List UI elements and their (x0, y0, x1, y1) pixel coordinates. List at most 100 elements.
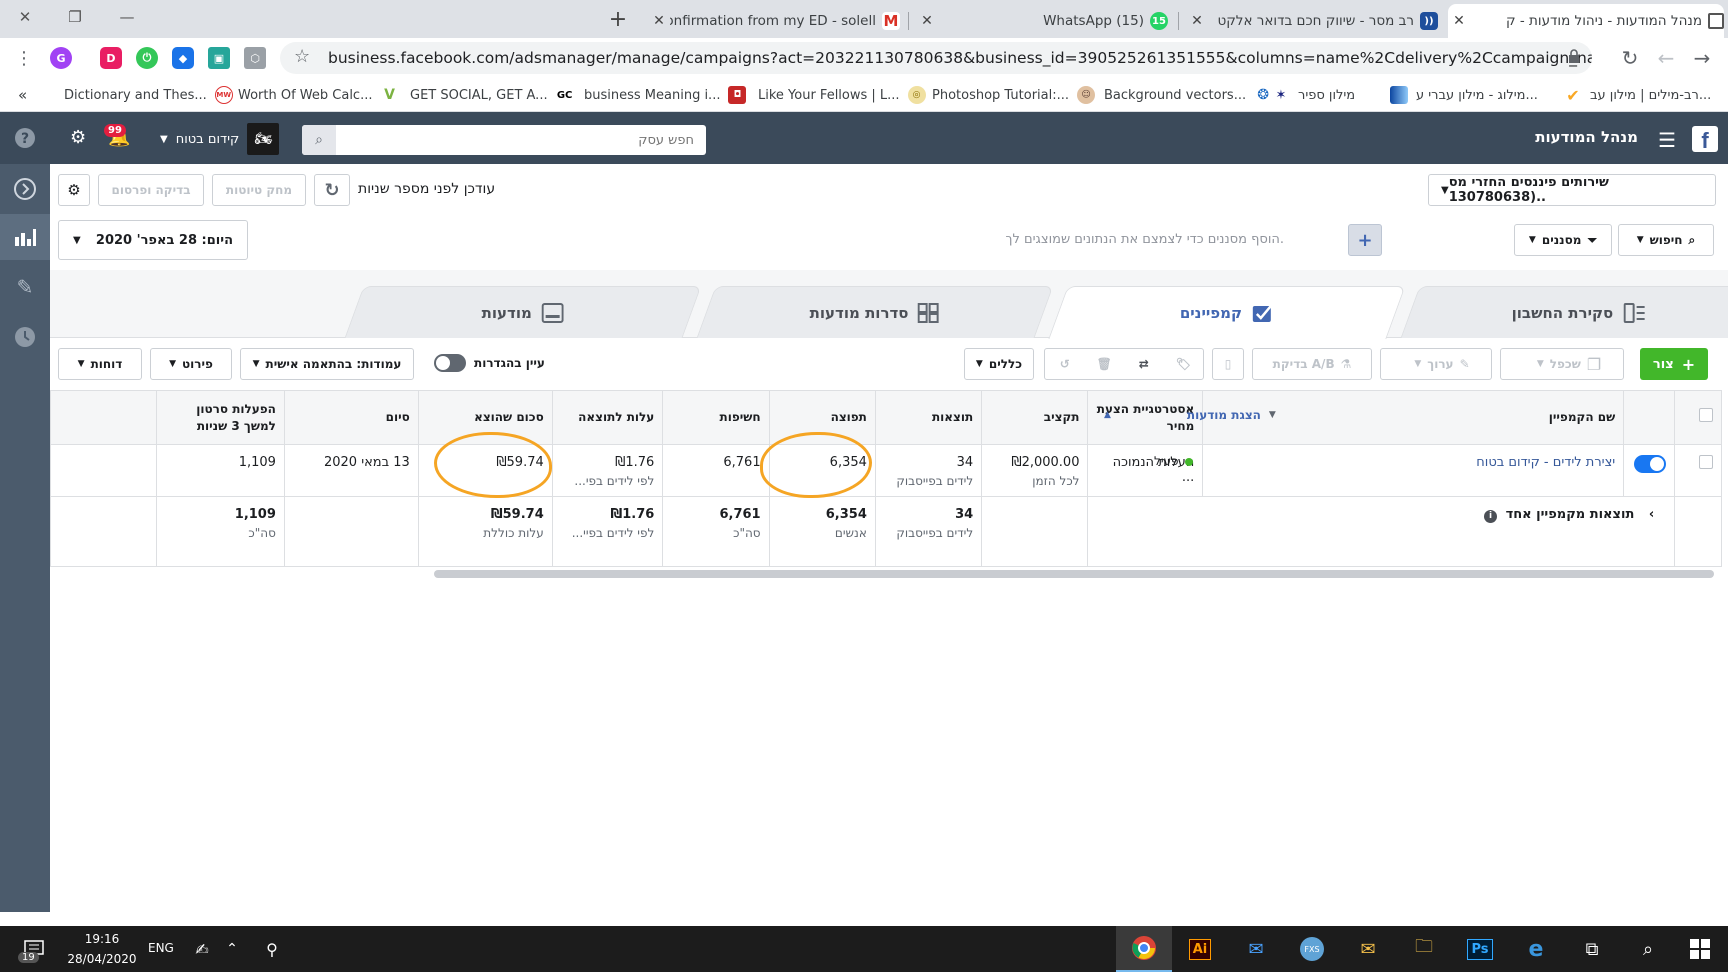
clock-date[interactable]: 28/04/2020 (60, 952, 144, 966)
column-header-amount-spent[interactable]: סכום שהוצא (417, 390, 553, 445)
business-search-input[interactable] (338, 125, 700, 155)
hamburger-menu-icon[interactable]: ☰ (1658, 128, 1676, 152)
file-explorer-icon[interactable]: 🗀 (1396, 926, 1452, 972)
revert-icon[interactable]: ↺ (1045, 357, 1085, 371)
trash-icon[interactable]: 🗑 (1085, 357, 1125, 371)
column-header-ends[interactable]: סיום (283, 390, 419, 445)
column-header-reach[interactable]: תפוצה (768, 390, 876, 445)
history-clock-icon[interactable] (0, 314, 50, 360)
row-checkbox[interactable] (1699, 455, 1713, 469)
bookmarks-overflow-icon[interactable]: « (18, 86, 27, 104)
search-filter-button[interactable]: ▼ חיפוש ⌕ (1618, 224, 1714, 256)
horizontal-scrollbar[interactable] (434, 570, 1714, 578)
mail-icon[interactable]: ✉ (1228, 926, 1284, 972)
tab-close-icon[interactable]: ✕ (916, 13, 938, 29)
tab-close-icon[interactable]: ✕ (1186, 13, 1208, 29)
column-header-video-plays[interactable]: הפעלות סרטון למשך 3 שניות (156, 390, 285, 445)
tab-ad-sets[interactable]: סדרות מודעות (696, 286, 1054, 338)
column-header-cost-per-result[interactable]: עלות לתוצאה (551, 390, 664, 445)
edit-pencil-icon[interactable]: ✎ (0, 264, 50, 310)
bookmark-star-icon[interactable]: ☆ (294, 46, 310, 67)
ab-compare-icon[interactable]: ⇄ (1124, 357, 1164, 371)
photoshop-icon[interactable]: Ps (1452, 926, 1508, 972)
refresh-button[interactable]: ↻ (314, 174, 350, 206)
extension-teal-icon[interactable]: ▣ (208, 47, 230, 69)
bookmark-item[interactable]: Like Your Fellows | L... ◎ (758, 86, 926, 104)
duplicate-button[interactable]: ▼ שכפל ❐ (1500, 348, 1624, 380)
campaign-name-link[interactable]: יצירת לידים - קידום בטוח (1476, 455, 1615, 470)
settings-gear-icon[interactable]: ⚙ (70, 127, 86, 148)
window-minimize-icon[interactable]: — (104, 0, 150, 34)
forward-icon[interactable]: ← (1652, 46, 1680, 70)
bookmark-item[interactable]: מילוג - מילון עברי ע... (1390, 86, 1538, 104)
table-row[interactable]: יצירת לידים - קידום בטוח פעיל העלות הנמו… (49, 444, 1722, 497)
reports-chart-icon[interactable] (0, 214, 50, 260)
fxs-icon[interactable]: FXS (1284, 926, 1340, 972)
facebook-logo-icon[interactable]: f (1692, 126, 1718, 152)
expand-nav-icon[interactable] (0, 166, 50, 212)
tab-ravmaser[interactable]: ✕ רב מסר - שיווק חכם בדואר אלקט )) (1186, 4, 1438, 38)
menu-dots-icon[interactable]: ⋮ (10, 46, 38, 70)
edge-icon[interactable]: e (1508, 926, 1564, 972)
language-indicator[interactable]: ENG (148, 941, 174, 955)
chevron-right-icon[interactable]: › (1649, 507, 1654, 522)
view-settings-switch[interactable] (434, 354, 466, 372)
extension-d-icon[interactable]: D (100, 47, 122, 69)
clock-time[interactable]: 19:16 (60, 932, 144, 946)
outlook-icon[interactable]: ✉ (1340, 926, 1396, 972)
bookmark-item[interactable]: Background vectors... ❂ (1104, 86, 1273, 104)
bookmark-item[interactable]: ✶ מילון ספיר (1272, 86, 1355, 104)
review-publish-button[interactable]: בדיקה ופרסום (98, 174, 204, 206)
bookmark-item[interactable]: Worth Of Web Calc... V (238, 86, 399, 104)
illustrator-icon[interactable]: Ai (1172, 926, 1228, 972)
windows-start-icon[interactable] (1672, 926, 1728, 972)
help-icon[interactable]: ? (14, 127, 36, 154)
people-icon[interactable]: ⚲ (244, 926, 300, 972)
column-header-impressions[interactable]: חשיפות (662, 390, 770, 445)
chrome-icon[interactable] (1116, 926, 1172, 972)
breakdown-button[interactable]: ▼ פירוט (150, 348, 232, 380)
create-button[interactable]: צור + (1640, 348, 1708, 380)
extension-green-icon[interactable]: ⏻ (136, 47, 158, 69)
bookmark-item[interactable]: Photoshop Tutorial:... ☺ (932, 86, 1096, 104)
delivery-header[interactable]: ▲ הצגת מודעות ▼ (1104, 408, 1276, 422)
url-field[interactable]: ☆ business.facebook.com/adsmanager/manag… (280, 42, 1592, 74)
account-switcher[interactable]: ▼ קידום בטוח 🏍 (160, 123, 280, 155)
bookmark-item[interactable]: ✔ רב-מילים | מילון עב... (1564, 86, 1711, 105)
edit-button[interactable]: ▼ ערוך ✎ (1380, 348, 1492, 380)
window-close-icon[interactable]: ✕ (2, 0, 48, 34)
select-all-checkbox[interactable] (1699, 408, 1713, 423)
rules-button[interactable]: ▼ כללים (964, 348, 1034, 380)
date-range-picker[interactable]: ▼ היום: 28 באפר' 2020 (58, 220, 248, 260)
column-header-results[interactable]: תוצאות (874, 390, 983, 445)
filters-button[interactable]: ▼ מסננים ⏷ (1514, 224, 1612, 256)
window-restore-icon[interactable]: ❐ (52, 0, 98, 34)
action-center-icon[interactable] (6, 926, 62, 972)
tab-close-icon[interactable]: ✕ (1448, 13, 1470, 29)
tab-campaigns[interactable]: קמפיינים (1048, 286, 1406, 339)
new-tab-button[interactable]: + (604, 6, 632, 32)
discard-drafts-button[interactable]: מחק טיוטות (212, 174, 306, 206)
bookmark-item[interactable]: Dictionary and Thes... MW (64, 86, 233, 104)
tab-close-icon[interactable]: ✕ (648, 13, 670, 29)
tab-whatsapp[interactable]: ✕ (15) WhatsApp 15 (916, 4, 1168, 38)
extension-cube-icon[interactable]: ⬡ (244, 47, 266, 69)
columns-button[interactable]: ▼ עמודות: בהתאמה אישית (240, 348, 414, 380)
extension-blue-icon[interactable]: ◆ (172, 47, 194, 69)
reports-button[interactable]: ▼ דוחות (58, 348, 142, 380)
search-icon[interactable]: ⌕ (302, 125, 336, 155)
task-view-icon[interactable]: ⧉ (1564, 926, 1620, 972)
tab-account-overview[interactable]: סקירת החשבון (1400, 286, 1728, 338)
tab-ads-manager[interactable]: ✕ מנהל המודעות - ניהול מודעות - ק (1448, 4, 1724, 38)
view-settings-toggle[interactable]: עיין בהגדרות (434, 354, 545, 372)
campaign-on-off-toggle[interactable] (1634, 455, 1667, 473)
bookmark-item[interactable]: GET SOCIAL, GET A... GC (410, 86, 574, 104)
back-icon[interactable]: → (1688, 46, 1716, 70)
search-taskbar-icon[interactable]: ⌕ (1620, 926, 1676, 972)
ad-account-selector[interactable]: ▼ שירותים פיננסים החזרי מס (130780638.. (1428, 174, 1716, 206)
info-icon[interactable]: i (1484, 510, 1498, 523)
clipboard-button[interactable]: ▯ (1212, 348, 1244, 380)
add-filter-button[interactable]: + (1348, 224, 1382, 256)
bookmark-item[interactable]: business Meaning i... ◘ (584, 86, 747, 104)
tag-icon[interactable]: 🏷 (1164, 357, 1204, 371)
